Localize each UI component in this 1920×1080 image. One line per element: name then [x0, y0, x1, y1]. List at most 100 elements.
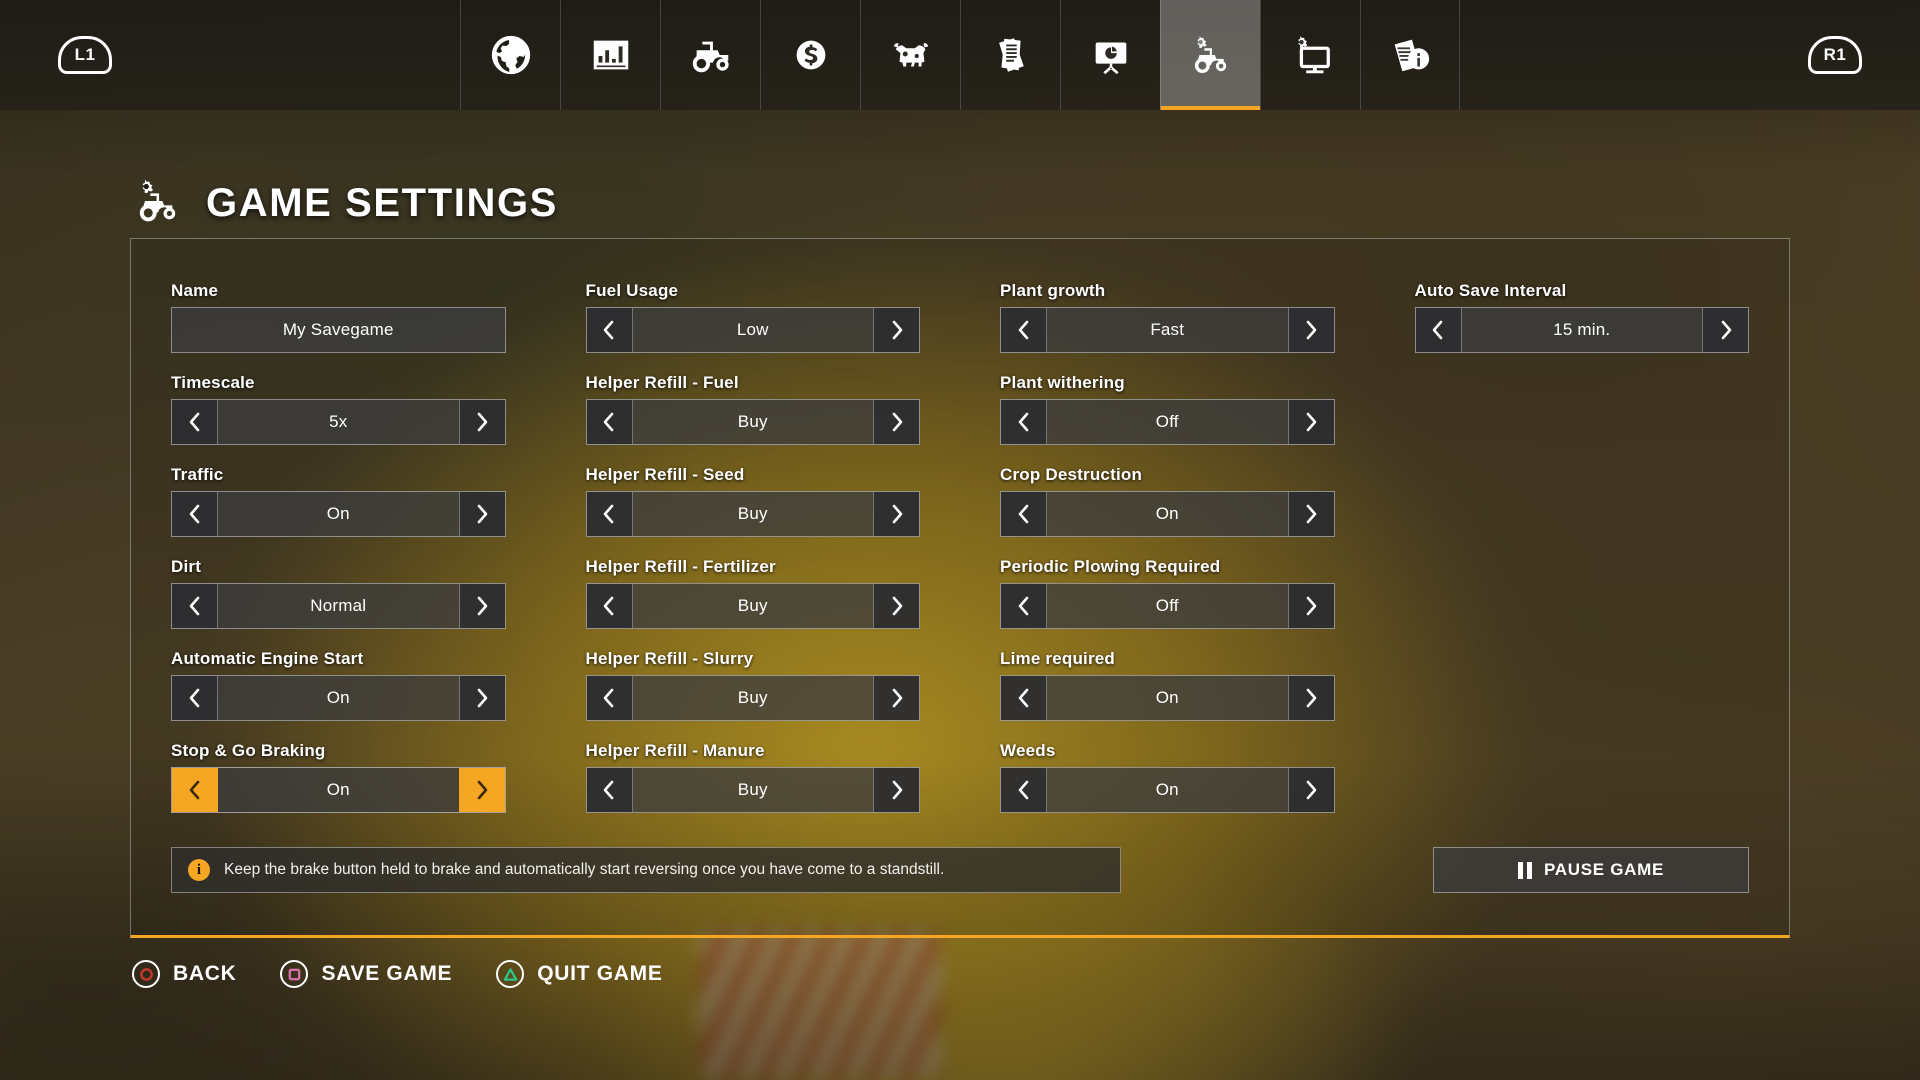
chevron-right-icon[interactable]	[873, 492, 919, 536]
cow-icon	[888, 32, 934, 78]
chevron-left-icon[interactable]	[1001, 400, 1047, 444]
chevron-left-icon[interactable]	[586, 492, 633, 536]
chevron-right-icon[interactable]	[1287, 400, 1334, 444]
stepper-value: 15 min.	[1553, 320, 1611, 339]
text-input-value[interactable]: My Savegame	[172, 308, 505, 352]
chevron-right-icon[interactable]	[1287, 676, 1334, 720]
chevron-left-icon[interactable]	[172, 400, 218, 444]
stepper-control[interactable]: 5x	[171, 399, 506, 445]
square-button-icon	[280, 960, 309, 988]
chevron-left-icon[interactable]	[586, 768, 633, 812]
stepper-control[interactable]: Normal	[171, 583, 506, 629]
chevron-right-icon[interactable]	[873, 584, 919, 628]
tab-finances[interactable]	[760, 0, 860, 110]
chevron-right-icon[interactable]	[873, 768, 919, 812]
setting-row: Helper Refill - Seed Buy	[585, 465, 920, 537]
setting-label: Plant withering	[1000, 373, 1125, 392]
stepper-control[interactable]: On	[171, 767, 506, 813]
tab-display-settings[interactable]	[1260, 0, 1360, 110]
l1-bumper-icon[interactable]: L1	[58, 36, 112, 74]
text-input-control[interactable]: My Savegame	[171, 307, 506, 353]
stepper-value: On	[326, 780, 350, 799]
chevron-right-icon[interactable]	[1702, 308, 1748, 352]
tab-vehicles[interactable]	[660, 0, 760, 110]
top-tab-bar: L1 R1	[0, 0, 1920, 110]
stepper-value: On	[1155, 688, 1179, 707]
stepper-value: Off	[1155, 412, 1179, 431]
chevron-right-icon[interactable]	[1287, 768, 1334, 812]
stepper-control[interactable]: On	[171, 675, 506, 721]
tab-statistics[interactable]	[560, 0, 660, 110]
pause-game-button[interactable]: PAUSE GAME	[1433, 847, 1749, 893]
tab-production[interactable]	[1060, 0, 1160, 110]
chevron-left-icon[interactable]	[1001, 492, 1047, 536]
setting-row: Auto Save Interval 15 min.	[1414, 281, 1749, 353]
chevron-left-icon[interactable]	[1415, 308, 1462, 352]
setting-label: Weeds	[1000, 741, 1056, 760]
stepper-control[interactable]: Buy	[585, 767, 920, 813]
setting-row: Weeds On	[1000, 741, 1335, 813]
chevron-right-icon[interactable]	[873, 308, 919, 352]
stepper-control[interactable]: Off	[1000, 399, 1335, 445]
stepper-control[interactable]: Fast	[1000, 307, 1335, 353]
stepper-control[interactable]: On	[1000, 491, 1335, 537]
tab-help[interactable]	[1360, 0, 1460, 110]
tab-contracts[interactable]	[960, 0, 1060, 110]
action-back[interactable]: BACK	[132, 960, 236, 988]
setting-label: Traffic	[171, 465, 224, 484]
chevron-left-icon[interactable]	[586, 584, 633, 628]
chevron-left-icon[interactable]	[1001, 676, 1047, 720]
tab-game-settings[interactable]	[1160, 0, 1260, 110]
chevron-left-icon[interactable]	[1001, 584, 1047, 628]
documents-info-icon	[1387, 32, 1433, 78]
chevron-left-icon[interactable]	[1001, 768, 1047, 812]
right-bumper-area: R1	[1460, 0, 1920, 110]
stepper-control[interactable]: Buy	[585, 583, 920, 629]
triangle-button-icon	[496, 960, 525, 988]
chevron-right-icon[interactable]	[1287, 492, 1334, 536]
stepper-control[interactable]: Buy	[585, 491, 920, 537]
chevron-left-icon[interactable]	[586, 400, 633, 444]
chevron-left-icon[interactable]	[172, 676, 218, 720]
chevron-left-icon[interactable]	[586, 308, 633, 352]
setting-row: Periodic Plowing Required Off	[1000, 557, 1335, 629]
stepper-control[interactable]: Buy	[585, 675, 920, 721]
r1-bumper-icon[interactable]: R1	[1808, 36, 1862, 74]
action-save-game[interactable]: SAVE GAME	[280, 960, 452, 988]
chevron-right-icon[interactable]	[1287, 584, 1334, 628]
chevron-left-icon[interactable]	[172, 492, 218, 536]
tab-animals[interactable]	[860, 0, 960, 110]
chevron-right-icon[interactable]	[458, 676, 505, 720]
action-quit-game[interactable]: QUIT GAME	[496, 960, 662, 988]
setting-row: Plant withering Off	[1000, 373, 1335, 445]
tab-map[interactable]	[460, 0, 560, 110]
stepper-control[interactable]: Buy	[585, 399, 920, 445]
stepper-value: Buy	[737, 504, 768, 523]
stepper-control[interactable]: On	[1000, 675, 1335, 721]
settings-column-4: Auto Save Interval 15 min.	[1414, 281, 1749, 833]
stepper-control[interactable]: 15 min.	[1414, 307, 1749, 353]
chevron-left-icon[interactable]	[172, 584, 218, 628]
chevron-right-icon[interactable]	[873, 400, 919, 444]
chevron-right-icon[interactable]	[458, 768, 505, 812]
chevron-right-icon[interactable]	[873, 676, 919, 720]
chevron-right-icon[interactable]	[1287, 308, 1334, 352]
chevron-right-icon[interactable]	[458, 400, 505, 444]
settings-panel: Name My Savegame Timescale 5x Traffic On Dirt N…	[130, 238, 1790, 938]
stepper-control[interactable]: Off	[1000, 583, 1335, 629]
setting-label: Stop & Go Braking	[171, 741, 326, 760]
info-icon: i	[188, 859, 210, 881]
stepper-value: On	[326, 504, 350, 523]
chevron-right-icon[interactable]	[458, 584, 505, 628]
chevron-left-icon[interactable]	[172, 768, 218, 812]
stepper-control[interactable]: Low	[585, 307, 920, 353]
chevron-left-icon[interactable]	[586, 676, 633, 720]
stepper-control[interactable]: On	[1000, 767, 1335, 813]
gear-tractor-icon	[1188, 32, 1234, 78]
stepper-value: Off	[1155, 596, 1179, 615]
chevron-left-icon[interactable]	[1001, 308, 1047, 352]
pause-game-label: PAUSE GAME	[1543, 860, 1665, 879]
stepper-value: Fast	[1150, 320, 1185, 339]
stepper-control[interactable]: On	[171, 491, 506, 537]
chevron-right-icon[interactable]	[458, 492, 505, 536]
